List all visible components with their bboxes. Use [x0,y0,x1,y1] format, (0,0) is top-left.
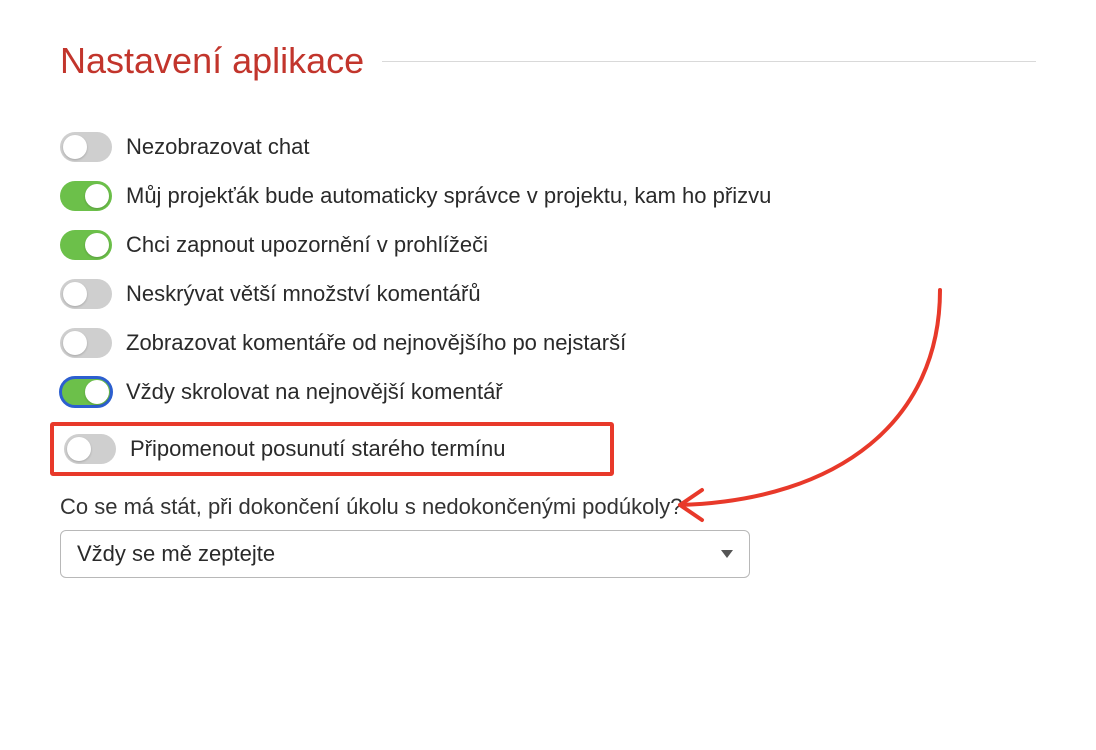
question-label: Co se má stát, při dokončení úkolu s ned… [60,494,682,519]
chevron-down-icon [721,550,733,558]
setting-label: Můj projekťák bude automaticky správce v… [126,183,771,209]
toggle-auto-admin[interactable] [60,181,112,211]
setting-label: Neskrývat větší množství komentářů [126,281,481,307]
setting-row-scroll-newest: Vždy skrolovat na nejnovější komentář [60,377,1036,407]
setting-label: Vždy skrolovat na nejnovější komentář [126,379,503,405]
setting-row-browser-notify: Chci zapnout upozornění v prohlížeči [60,230,1036,260]
setting-row-auto-admin: Můj projekťák bude automaticky správce v… [60,181,1036,211]
header-divider [382,61,1036,62]
subtask-completion-question: Co se má stát, při dokončení úkolu s ned… [60,494,1036,578]
select-value: Vždy se mě zeptejte [77,541,275,567]
setting-label: Chci zapnout upozornění v prohlížeči [126,232,488,258]
page-title: Nastavení aplikace [60,40,364,82]
toggle-comment-order[interactable] [60,328,112,358]
setting-label: Nezobrazovat chat [126,134,309,160]
setting-label: Připomenout posunutí starého termínu [130,436,505,462]
toggle-hide-chat[interactable] [60,132,112,162]
setting-row-hide-comments: Neskrývat větší množství komentářů [60,279,1036,309]
toggle-scroll-newest[interactable] [60,377,112,407]
setting-label: Zobrazovat komentáře od nejnovějšího po … [126,330,626,356]
setting-row-remind-deadline: Připomenout posunutí starého termínu [64,434,505,464]
setting-row-comment-order: Zobrazovat komentáře od nejnovějšího po … [60,328,1036,358]
toggle-remind-deadline[interactable] [64,434,116,464]
toggle-browser-notify[interactable] [60,230,112,260]
setting-row-hide-chat: Nezobrazovat chat [60,132,1036,162]
toggle-hide-comments[interactable] [60,279,112,309]
subtask-completion-select[interactable]: Vždy se mě zeptejte [60,530,750,578]
highlight-annotation-box: Připomenout posunutí starého termínu [50,422,614,476]
